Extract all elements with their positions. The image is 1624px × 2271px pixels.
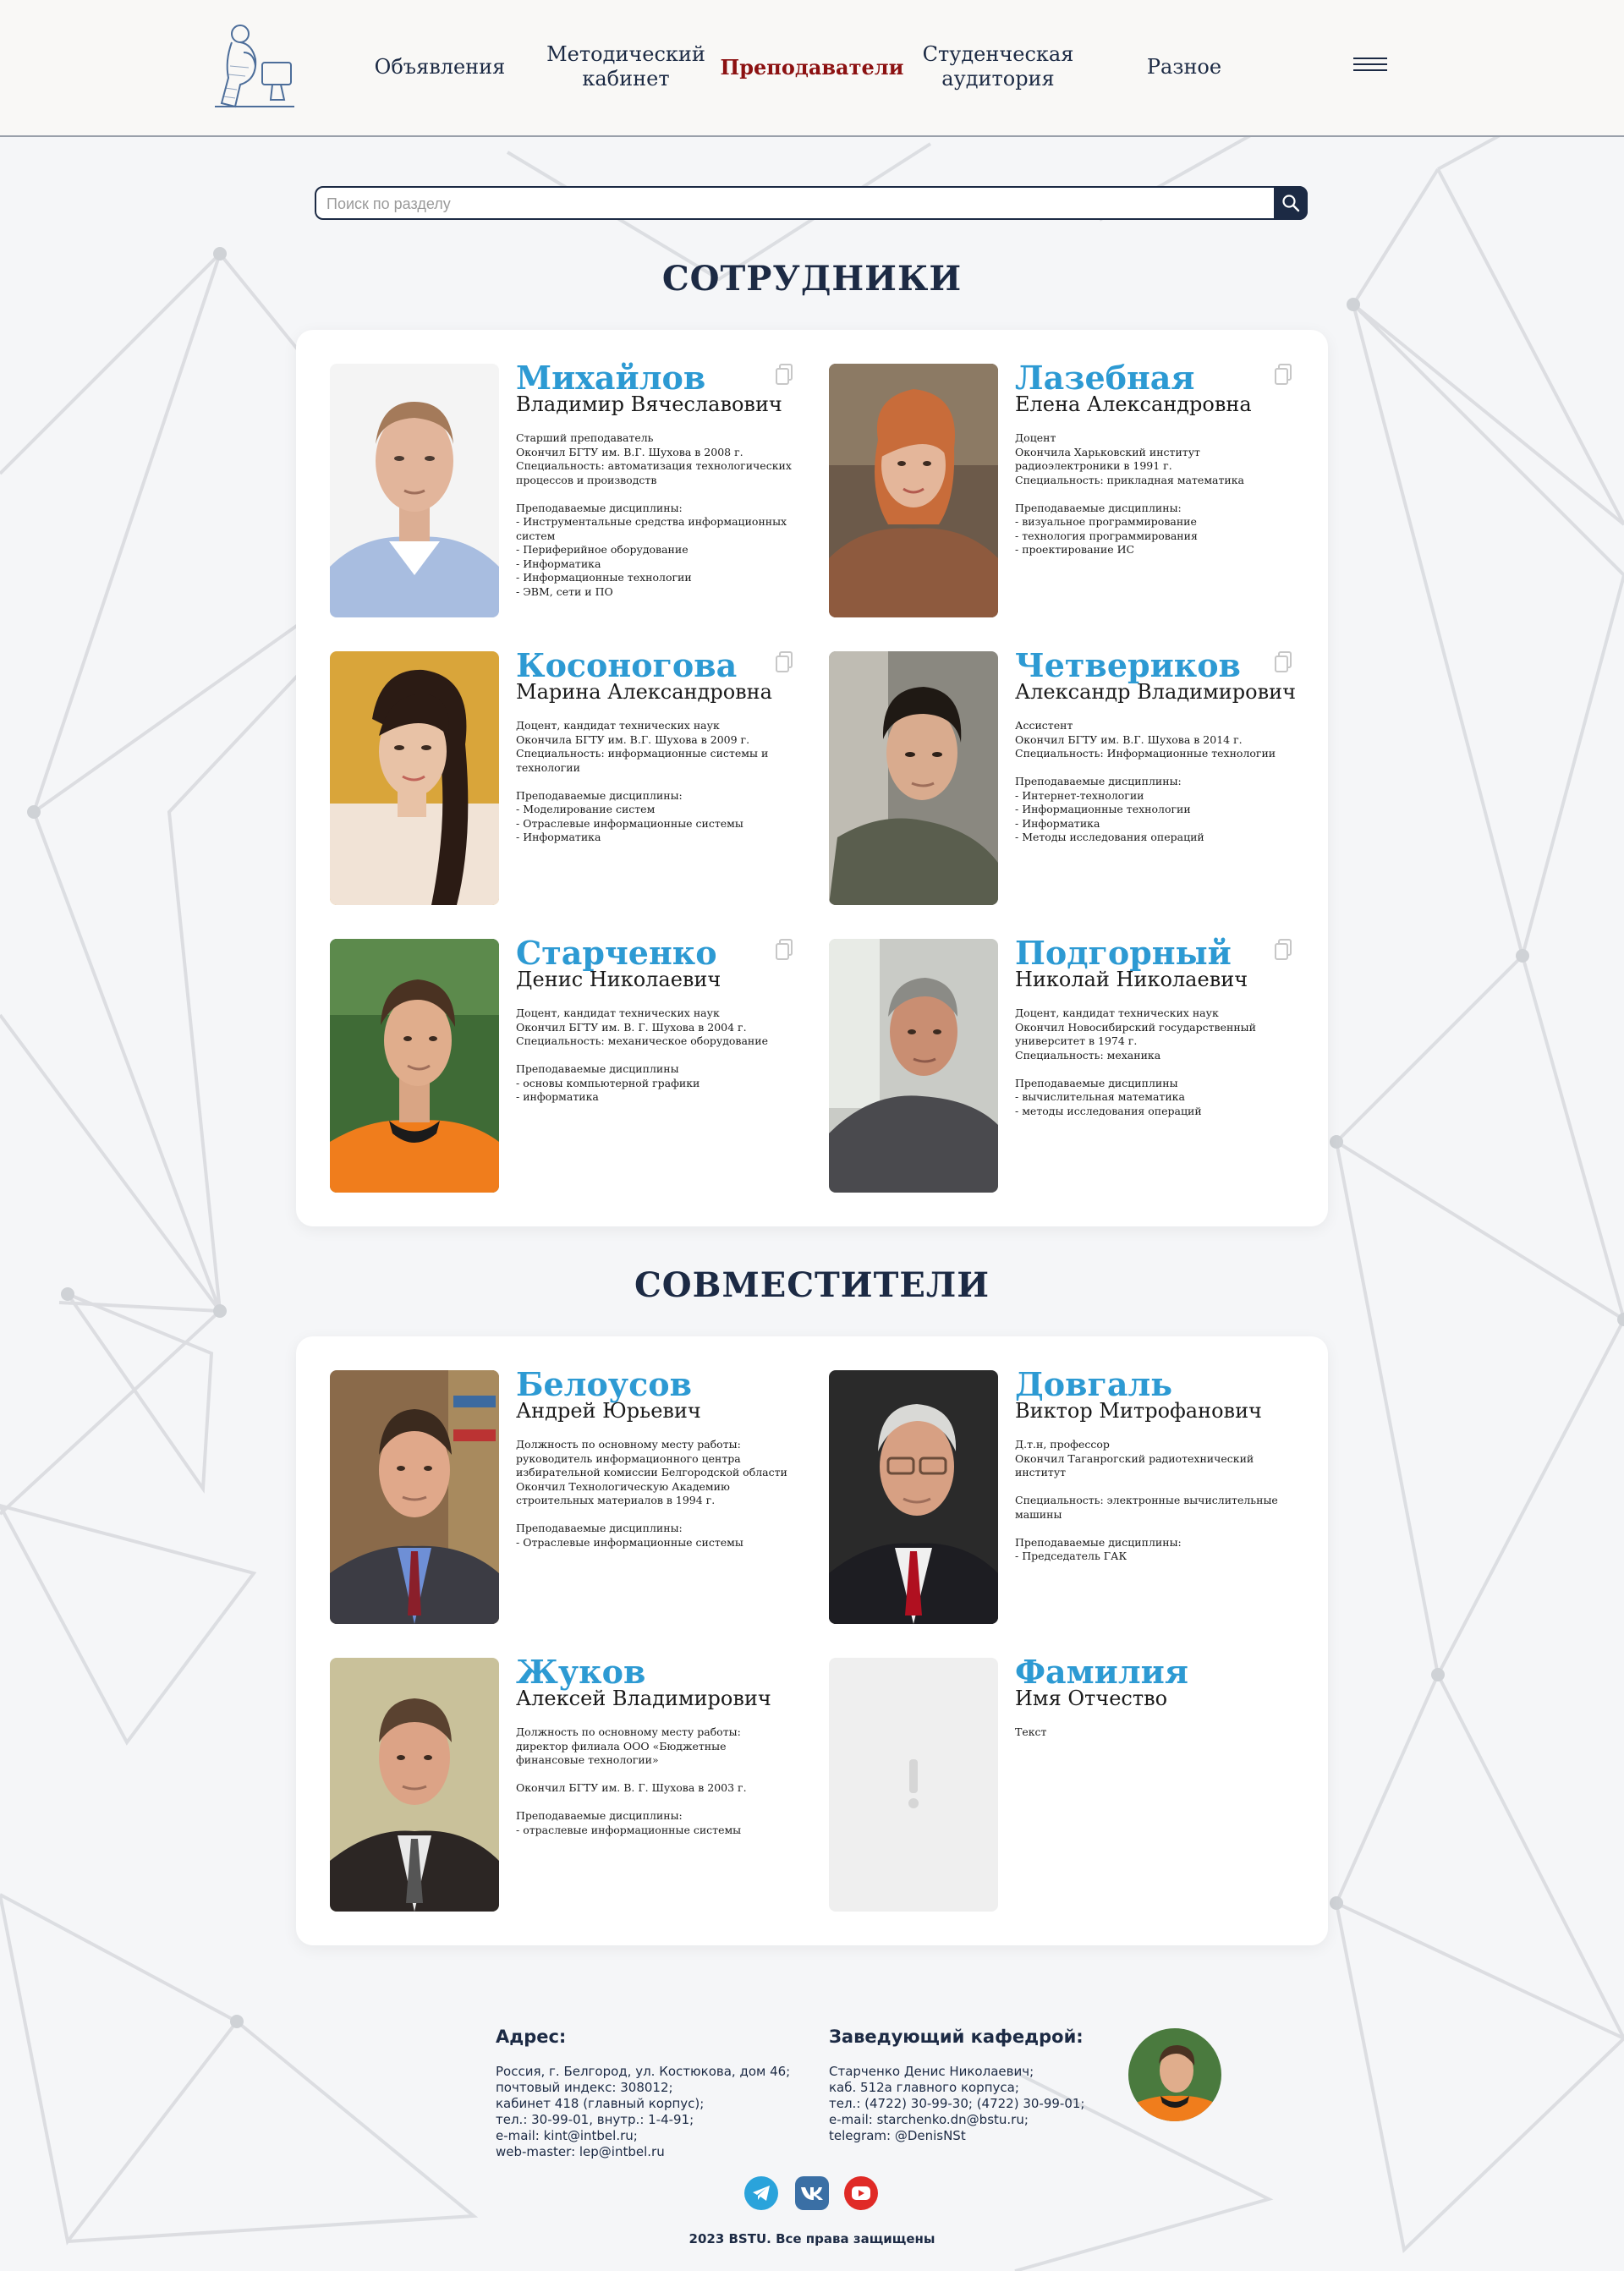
copy-icon[interactable] [775, 939, 793, 961]
parttime-panel: Белоусов Андрей Юрьевич Должность по осн… [296, 1336, 1328, 1945]
parttime-surname: Фамилия [1015, 1653, 1188, 1691]
staff-card: Старченко Денис Николаевич Доцент, канди… [330, 934, 804, 1193]
parttime-description: Должность по основному месту работы: дир… [516, 1725, 747, 1836]
staff-surname: Четвериков [1015, 646, 1241, 684]
parttime-card: Жуков Алексей Владимирович Должность по … [330, 1653, 804, 1912]
copy-icon[interactable] [1274, 939, 1292, 961]
staff-given-name: Александр Владимирович [1015, 680, 1296, 704]
parttime-photo [330, 1658, 499, 1912]
nav-student-auditorium[interactable]: Студенческая аудитория [905, 0, 1091, 134]
staff-panel: Михайлов Владимир Вячеславович Старший п… [296, 330, 1328, 1226]
staff-surname: Старченко [516, 934, 717, 972]
search-icon [1282, 195, 1300, 212]
parttime-section-title: СОВМЕСТИТЕЛИ [634, 1265, 990, 1305]
telegram-icon[interactable] [744, 2176, 778, 2210]
staff-surname: Михайлов [516, 359, 706, 397]
search-bar [315, 186, 1308, 220]
burger-menu-icon[interactable] [1353, 58, 1387, 76]
parttime-surname: Белоусов [516, 1365, 692, 1403]
copy-icon[interactable] [775, 651, 793, 673]
staff-card: Четвериков Александр Владимирович Ассист… [829, 646, 1303, 905]
staff-surname: Подгорный [1015, 934, 1232, 972]
staff-card: Михайлов Владимир Вячеславович Старший п… [330, 359, 804, 617]
parttime-given-name: Андрей Юрьевич [516, 1399, 701, 1423]
parttime-card: Фамилия Имя Отчество Текст [829, 1653, 1303, 1912]
exclamation-icon [908, 1759, 919, 1808]
staff-description: Доцент Окончила Харьковский институт рад… [1015, 431, 1245, 556]
nav-label: Объявления [374, 54, 506, 79]
staff-description: Ассистент Окончил БГТУ им. В.Г. Шухова в… [1015, 719, 1276, 843]
staff-given-name: Денис Николаевич [516, 968, 721, 991]
staff-photo [829, 651, 998, 905]
head-text: Старченко Денис Николаевич; каб. 512а гл… [829, 2064, 1085, 2143]
staff-photo [330, 651, 499, 905]
staff-given-name: Елена Александровна [1015, 392, 1252, 416]
staff-description: Старший преподаватель Окончил БГТУ им. В… [516, 431, 792, 598]
nav-label: Методический кабинет [546, 42, 705, 91]
parttime-description: Должность по основному месту работы: рук… [516, 1438, 787, 1549]
parttime-photo [330, 1370, 499, 1624]
youtube-icon[interactable] [844, 2176, 878, 2210]
staff-description: Доцент, кандидат технических наук Окончи… [516, 719, 769, 843]
search-input[interactable] [325, 188, 1250, 220]
staff-description: Доцент, кандидат технических наук Окончи… [516, 1007, 768, 1103]
parttime-given-name: Имя Отчество [1015, 1687, 1168, 1710]
parttime-surname: Довгаль [1015, 1365, 1173, 1403]
staff-card: Подгорный Николай Николаевич Доцент, кан… [829, 934, 1303, 1193]
logo-thinker-icon[interactable] [206, 19, 301, 113]
staff-photo [829, 939, 998, 1193]
staff-description: Доцент, кандидат технических наук Окончи… [1015, 1007, 1256, 1117]
parttime-description: Текст [1015, 1725, 1047, 1738]
staff-given-name: Владимир Вячеславович [516, 392, 782, 416]
nav-label: Преподаватели [720, 54, 904, 80]
nav-misc[interactable]: Разное [1100, 0, 1269, 134]
staff-given-name: Марина Александровна [516, 680, 772, 704]
copy-icon[interactable] [1274, 364, 1292, 386]
parttime-surname: Жуков [516, 1653, 646, 1691]
vk-icon[interactable] [795, 2176, 829, 2210]
parttime-photo [829, 1370, 998, 1624]
staff-surname: Лазебная [1015, 359, 1195, 397]
site-header: Объявления Методический кабинет Преподав… [0, 0, 1624, 137]
parttime-description: Д.т.н, профессор Окончил Таганрогский ра… [1015, 1438, 1278, 1562]
placeholder-photo [829, 1658, 998, 1912]
nav-label: Студенческая аудитория [922, 42, 1074, 91]
copyright: 2023 BSTU. Все права защищены [689, 2231, 935, 2246]
parttime-card: Довгаль Виктор Митрофанович Д.т.н, профе… [829, 1365, 1303, 1624]
staff-card: Косоногова Марина Александровна Доцент, … [330, 646, 804, 905]
address-title: Адрес: [496, 2027, 567, 2047]
staff-photo [330, 939, 499, 1193]
parttime-given-name: Виктор Митрофанович [1015, 1399, 1262, 1423]
nav-announcements[interactable]: Объявления [355, 0, 524, 134]
search-button[interactable] [1274, 186, 1308, 220]
copy-icon[interactable] [775, 364, 793, 386]
nav-label: Разное [1146, 54, 1222, 79]
nav-methodical-cabinet[interactable]: Методический кабинет [533, 0, 719, 134]
head-title: Заведующий кафедрой: [829, 2027, 1084, 2047]
address-text: Россия, г. Белгород, ул. Костюкова, дом … [496, 2064, 791, 2159]
copy-icon[interactable] [1274, 651, 1292, 673]
parttime-given-name: Алексей Владимирович [516, 1687, 771, 1710]
staff-surname: Косоногова [516, 646, 738, 684]
staff-photo [829, 364, 998, 617]
nav-teachers[interactable]: Преподаватели [719, 0, 905, 134]
head-avatar [1128, 2028, 1221, 2121]
staff-photo [330, 364, 499, 617]
staff-given-name: Николай Николаевич [1015, 968, 1248, 991]
staff-section-title: СОТРУДНИКИ [661, 259, 963, 299]
staff-card: Лазебная Елена Александровна Доцент Окон… [829, 359, 1303, 617]
parttime-card: Белоусов Андрей Юрьевич Должность по осн… [330, 1365, 804, 1624]
